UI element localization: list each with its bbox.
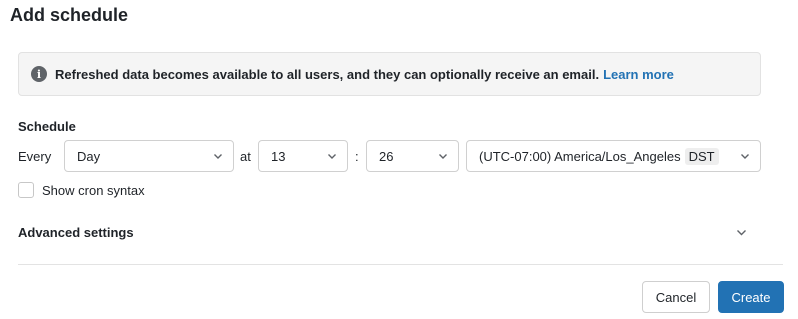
at-label: at [240,149,251,164]
cron-syntax-label: Show cron syntax [42,182,145,198]
cancel-button[interactable]: Cancel [642,281,710,313]
frequency-select[interactable]: Day [64,140,234,172]
advanced-settings-toggle[interactable]: Advanced settings [18,224,753,242]
minute-select[interactable]: 26 [366,140,459,172]
dialog-title: Add schedule [10,5,129,25]
chevron-down-icon [439,154,447,159]
hour-value: 13 [271,148,286,164]
chevron-down-icon [328,154,336,159]
info-banner: i Refreshed data becomes available to al… [18,52,761,96]
create-button[interactable]: Create [718,281,784,313]
hour-select[interactable]: 13 [258,140,348,172]
chevron-down-icon [214,154,222,159]
cron-syntax-checkbox[interactable] [18,182,34,198]
minute-value: 26 [379,148,394,164]
chevron-down-icon [741,154,749,159]
dst-tag: DST [684,147,719,165]
banner-text: Refreshed data becomes available to all … [55,66,600,82]
timezone-value: (UTC-07:00) America/Los_Angeles [479,148,681,164]
schedule-section-label: Schedule [18,119,76,134]
learn-more-link[interactable]: Learn more [603,67,674,82]
every-label: Every [18,149,52,164]
footer-divider [18,264,783,265]
info-icon: i [31,66,47,82]
chevron-down-icon [737,230,746,236]
cron-syntax-row: Show cron syntax [18,182,145,198]
time-colon: : [355,149,359,164]
timezone-select[interactable]: (UTC-07:00) America/Los_Angeles DST [466,140,761,172]
advanced-settings-label: Advanced settings [18,225,134,240]
frequency-value: Day [77,148,101,164]
